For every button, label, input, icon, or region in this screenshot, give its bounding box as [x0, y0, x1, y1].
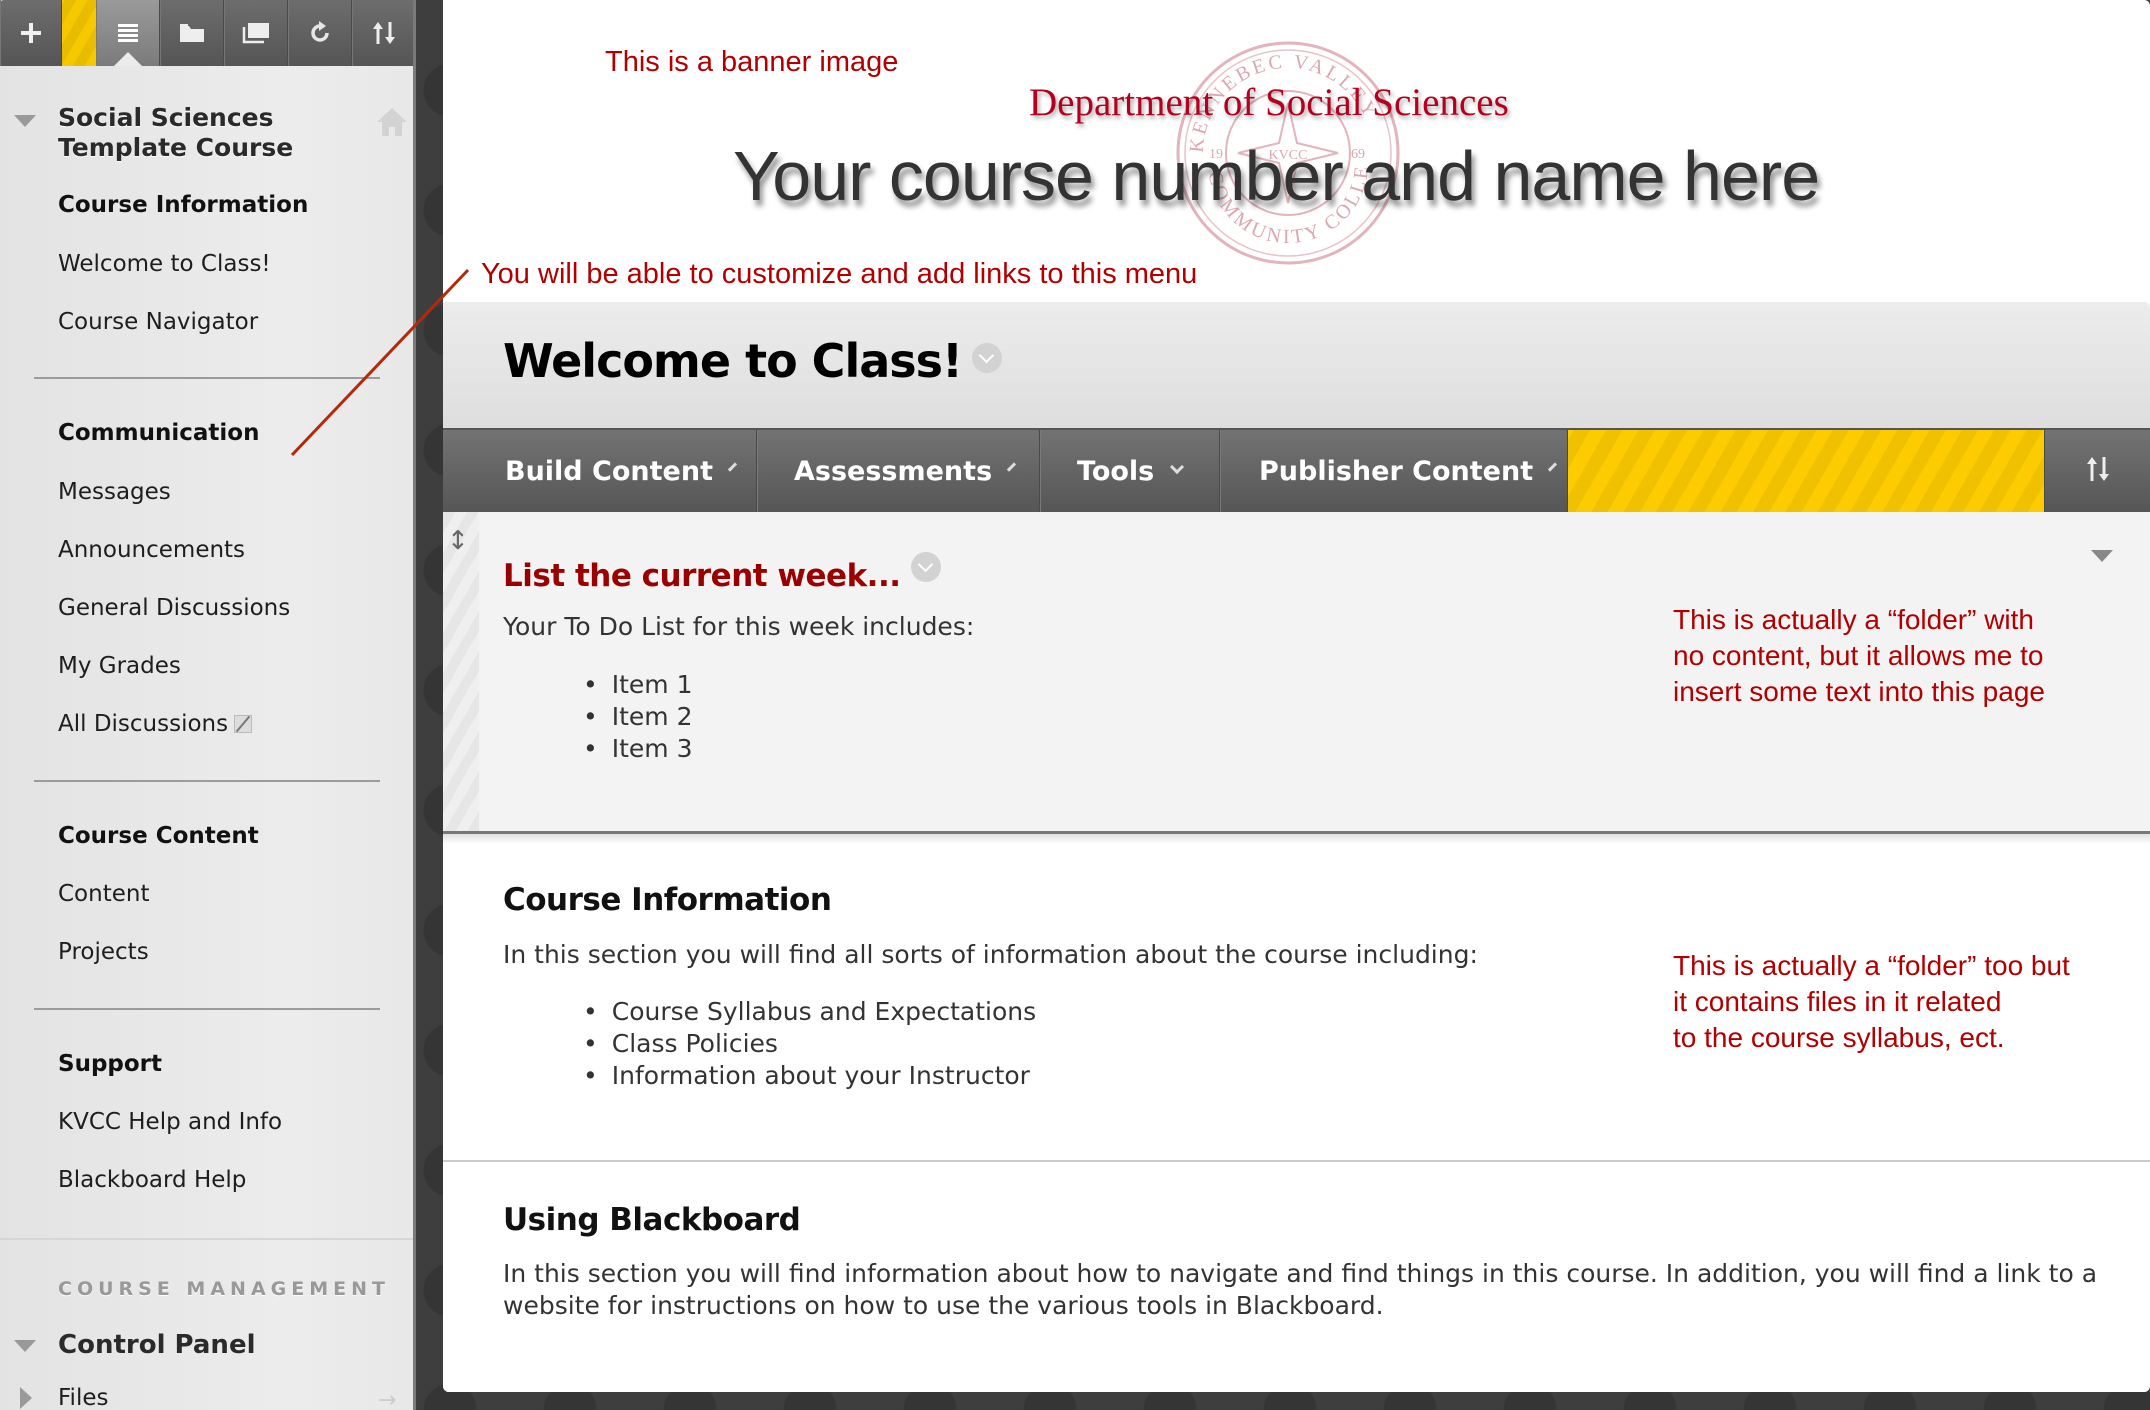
content-item-title[interactable]: Course Information — [503, 882, 832, 918]
publisher-content-label: Publisher Content — [1259, 455, 1534, 487]
course-menu-view-button[interactable] — [96, 0, 160, 66]
list-item: Information about your Instructor — [583, 1060, 1036, 1092]
menu-item-welcome-to-class[interactable]: Welcome to Class! — [58, 249, 271, 279]
course-management-label: COURSE MANAGEMENT — [58, 1278, 390, 1300]
build-content-label: Build Content — [505, 455, 713, 487]
menu-item-messages[interactable]: Messages — [58, 477, 171, 507]
chevron-down-icon[interactable] — [972, 343, 1002, 373]
management-divider — [0, 1238, 413, 1240]
menu-header-course-information: Course Information — [58, 192, 309, 218]
department-name: Department of Social Sciences — [1029, 81, 1509, 124]
content-item: Using Blackboard In this section you wil… — [443, 1162, 2150, 1392]
action-bar: Build Content Assessments Tools Publishe… — [443, 428, 2150, 512]
content-item-description: In this section you will find all sorts … — [503, 940, 1478, 969]
refresh-button[interactable] — [288, 0, 352, 66]
folder-view-button[interactable] — [160, 0, 224, 66]
menu-item-kvcc-help-and-info[interactable]: KVCC Help and Info — [58, 1107, 282, 1137]
course-title[interactable]: Social Sciences Template Course — [58, 103, 378, 163]
home-icon[interactable] — [376, 107, 408, 141]
content-item-title[interactable]: Using Blackboard — [503, 1202, 801, 1238]
menu-item-general-discussions[interactable]: General Discussions — [58, 593, 290, 623]
course-menu-toolbar — [0, 0, 413, 66]
arrow-right-icon: → — [378, 1388, 397, 1410]
refresh-icon — [308, 21, 332, 45]
control-panel-header[interactable]: Control Panel — [58, 1330, 256, 1360]
control-panel-files[interactable]: Files — [58, 1385, 108, 1410]
edit-mode-stripe — [1568, 430, 2044, 512]
collapse-triangle-icon[interactable] — [14, 115, 36, 127]
page-title-text: Welcome to Class! — [503, 334, 963, 388]
folder-annotation: This is actually a “folder” too but it c… — [1673, 950, 2070, 1053]
banner-annotation: This is a banner image — [605, 46, 899, 78]
content-item: Course Information In this section you w… — [443, 834, 2150, 1162]
page-title: Welcome to Class! — [503, 334, 1002, 388]
build-content-button[interactable]: Build Content — [443, 430, 757, 512]
content-item-description: In this section you will find informatio… — [503, 1259, 2098, 1320]
content-item-title-text: List the current week... — [503, 558, 901, 594]
menu-item-announcements[interactable]: Announcements — [58, 535, 245, 565]
menu-item-content[interactable]: Content — [58, 879, 149, 909]
add-menu-item-button[interactable] — [0, 0, 62, 66]
chevron-down-icon — [1170, 459, 1185, 475]
chevron-down-icon — [727, 462, 738, 472]
collapse-triangle-icon[interactable] — [2091, 550, 2113, 562]
list-item: Item 1 — [583, 669, 693, 701]
menu-item-all-discussions[interactable]: All Discussions — [58, 709, 253, 739]
tools-label: Tools — [1077, 455, 1155, 487]
content-item-description: Your To Do List for this week includes: — [503, 612, 975, 641]
content-item: ↕ List the current week... Your To Do Li… — [443, 512, 2150, 834]
menu-divider — [34, 1008, 380, 1010]
menu-header-support: Support — [58, 1051, 163, 1077]
chevron-down-icon[interactable] — [910, 552, 941, 582]
list-item: Item 2 — [583, 701, 693, 733]
course-menu-sidebar: Social Sciences Template Course Course I… — [0, 0, 416, 1410]
windows-icon — [242, 22, 270, 44]
assessments-button[interactable]: Assessments — [757, 430, 1040, 512]
page-title-bar: Welcome to Class! — [443, 302, 2150, 428]
content-item-list: Item 1 Item 2 Item 3 — [583, 669, 693, 765]
tools-button[interactable]: Tools — [1040, 430, 1220, 512]
sort-arrows-icon — [371, 20, 397, 46]
open-new-window-button[interactable] — [224, 0, 288, 66]
course-banner: This is a banner image KENNEBEC VALLEY C… — [443, 0, 2150, 302]
plus-icon — [20, 22, 42, 44]
content-item-list: Course Syllabus and Expectations Class P… — [583, 996, 1036, 1092]
chevron-down-icon — [1007, 462, 1017, 472]
assessments-label: Assessments — [794, 455, 993, 487]
chevron-down-icon — [1548, 462, 1558, 472]
collapse-triangle-icon[interactable] — [14, 1340, 36, 1352]
menu-divider — [34, 780, 380, 782]
menu-annotation: You will be able to customize and add li… — [481, 258, 1198, 290]
course-name-placeholder: Your course number and name here — [733, 137, 1820, 215]
menu-item-blackboard-help[interactable]: Blackboard Help — [58, 1165, 246, 1195]
menu-divider — [34, 377, 380, 379]
drag-handle-strip[interactable] — [443, 512, 479, 831]
expand-triangle-icon[interactable] — [20, 1387, 32, 1409]
drag-handle-icon[interactable]: ↕ — [447, 526, 469, 556]
menu-item-course-navigator[interactable]: Course Navigator — [58, 307, 258, 337]
content-area: This is a banner image KENNEBEC VALLEY C… — [443, 0, 2150, 1392]
publisher-content-button[interactable]: Publisher Content — [1220, 430, 1568, 512]
hidden-from-students-icon — [234, 715, 253, 733]
menu-header-communication: Communication — [58, 420, 260, 446]
content-item-title[interactable]: List the current week... — [503, 552, 941, 594]
reorder-items-button[interactable] — [2044, 430, 2150, 512]
menu-item-label: All Discussions — [58, 711, 229, 737]
reorder-menu-button[interactable] — [352, 0, 413, 66]
menu-header-course-content: Course Content — [58, 823, 259, 849]
list-item: Class Policies — [583, 1028, 1036, 1060]
folder-annotation: This is actually a “folder” with no cont… — [1673, 604, 2045, 707]
list-icon — [117, 22, 139, 44]
list-item: Course Syllabus and Expectations — [583, 996, 1036, 1028]
edit-mode-stripe — [62, 0, 96, 66]
menu-item-my-grades[interactable]: My Grades — [58, 651, 181, 681]
menu-item-projects[interactable]: Projects — [58, 937, 149, 967]
sort-arrows-icon — [2085, 455, 2111, 487]
list-item: Item 3 — [583, 733, 693, 765]
folder-icon — [179, 22, 205, 44]
